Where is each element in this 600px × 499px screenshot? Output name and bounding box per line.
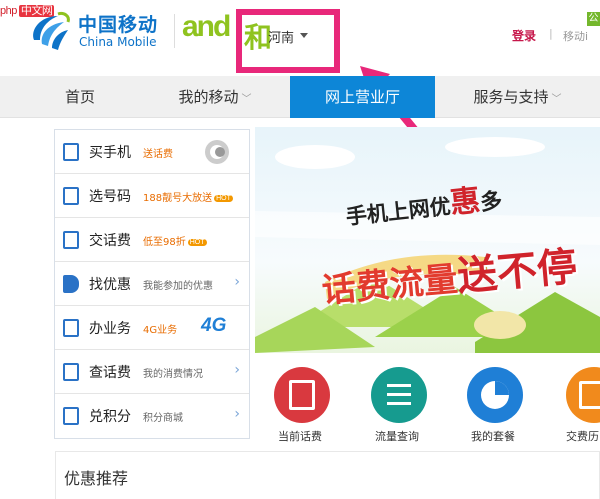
section-title: 优惠推荐 (64, 469, 129, 488)
banner-line2-big: 送不停 (455, 243, 579, 301)
header-divider (174, 14, 175, 48)
nav-my-mobile-label: 我的移动 (178, 88, 239, 106)
sidebar-item-redeem-points[interactable]: 兑积分 积分商城 › (55, 394, 249, 438)
chevron-right-icon: › (234, 406, 240, 422)
sidebar-item-desc: 4G业务 (143, 325, 178, 336)
payment-history-icon[interactable] (566, 367, 600, 423)
points-icon (63, 407, 79, 425)
chevron-right-icon: › (234, 274, 240, 290)
chevron-right-icon: › (234, 362, 240, 378)
brand-name-en: China Mobile (79, 35, 157, 49)
brand-name-cn: 中国移动 (78, 14, 159, 36)
bill-icon (63, 363, 79, 381)
current-bill-glyph (289, 380, 315, 410)
top-link-divider: | (549, 27, 553, 40)
nav-my-mobile[interactable]: 我的移动 ﹀ (140, 76, 290, 118)
history-glyph (579, 381, 600, 409)
and-logo: and (182, 10, 231, 43)
banner-line1-big: 惠 (448, 183, 482, 222)
phone-icon (63, 143, 79, 161)
page: php 中文网 中国移动 China Mobile and 和 河南 登录 | 移… (0, 0, 600, 499)
service-label[interactable]: 我的套餐 (471, 428, 515, 444)
nav-home-label: 首页 (64, 88, 95, 106)
mobile-link[interactable]: 移动i (563, 28, 588, 44)
list-line-icon (387, 402, 411, 405)
sidebar-item-label: 找优惠 (89, 277, 131, 293)
sidebar-item-label: 买手机 (89, 145, 131, 161)
sidebar-item-label: 选号码 (89, 189, 131, 205)
nav-service-support[interactable]: 服务与支持 ﹀ (435, 76, 600, 118)
highlight-box (236, 9, 340, 73)
data-query-icon[interactable] (371, 367, 427, 423)
sidebar-item-desc: 188靓号大放送 (143, 193, 213, 204)
service-label[interactable]: 当前话费 (278, 428, 322, 444)
4g-badge-icon: 4G (201, 315, 227, 336)
watermark-prefix: php (0, 5, 17, 17)
sim-card-icon (63, 187, 79, 205)
china-mobile-logo-icon (33, 12, 70, 50)
sidebar-item-desc: 低至98折 (143, 237, 186, 248)
sidebar-item-label: 交话费 (89, 233, 131, 249)
service-icon (63, 319, 79, 337)
sidebar-item-label: 查话费 (89, 365, 131, 381)
hot-badge: HOT (214, 195, 233, 202)
sidebar-item-choose-number[interactable]: 选号码 188靓号大放送 HOT (55, 174, 249, 218)
payment-icon (63, 231, 79, 249)
hot-badge: HOT (187, 239, 207, 246)
nav-home[interactable]: 首页 (20, 76, 140, 118)
sidebar-item-desc: 我的消费情况 (143, 369, 203, 380)
pie-glyph-icon (481, 381, 509, 409)
nav-online-hall[interactable]: 网上营业厅 (290, 76, 435, 118)
login-link[interactable]: 登录 (512, 27, 536, 44)
sidebar-item-desc: 积分商城 (143, 413, 183, 424)
chevron-down-icon: ﹀ (241, 94, 252, 105)
service-label[interactable]: 流量查询 (375, 428, 419, 444)
promo-swirl-icon (205, 140, 229, 164)
public-badge[interactable]: 公 (587, 12, 600, 26)
sidebar-item-handle-service[interactable]: 办业务 4G业务 4G (55, 306, 249, 350)
sidebar-item-label: 办业务 (89, 321, 131, 337)
current-bill-icon[interactable] (274, 367, 330, 423)
sidebar-item-desc: 我能参加的优惠 (143, 281, 213, 292)
sidebar-item-find-offers[interactable]: 找优惠 我能参加的优惠 › (55, 262, 249, 306)
list-line-icon (387, 384, 411, 387)
nav-service-support-label: 服务与支持 (473, 88, 549, 106)
sidebar-item-check-bill[interactable]: 查话费 我的消费情况 › (55, 350, 249, 394)
sidebar-item-buy-phone[interactable]: 买手机 送话费 (55, 130, 249, 174)
tag-icon (63, 275, 79, 293)
banner-line2: 话费流量 (320, 259, 460, 312)
sidebar-item-label: 兑积分 (89, 409, 131, 425)
recommend-section (55, 451, 600, 499)
service-label[interactable]: 交费历 (566, 428, 599, 444)
chevron-down-icon: ﹀ (551, 94, 562, 105)
my-plan-icon[interactable] (467, 367, 523, 423)
list-line-icon (387, 393, 411, 396)
banner-line1-end: 多 (479, 188, 504, 216)
sidebar-item-pay-bill[interactable]: 交话费 低至98折 HOT (55, 218, 249, 262)
sidebar-item-desc-wrap: 低至98折 HOT (143, 233, 207, 248)
sidebar-item-desc: 送话费 (143, 149, 173, 160)
promo-banner[interactable]: 手机上网优惠多 话费流量送不停 (255, 127, 600, 353)
sidebar-item-desc-wrap: 188靓号大放送 HOT (143, 189, 233, 204)
nav-online-hall-label: 网上营业厅 (324, 88, 400, 106)
